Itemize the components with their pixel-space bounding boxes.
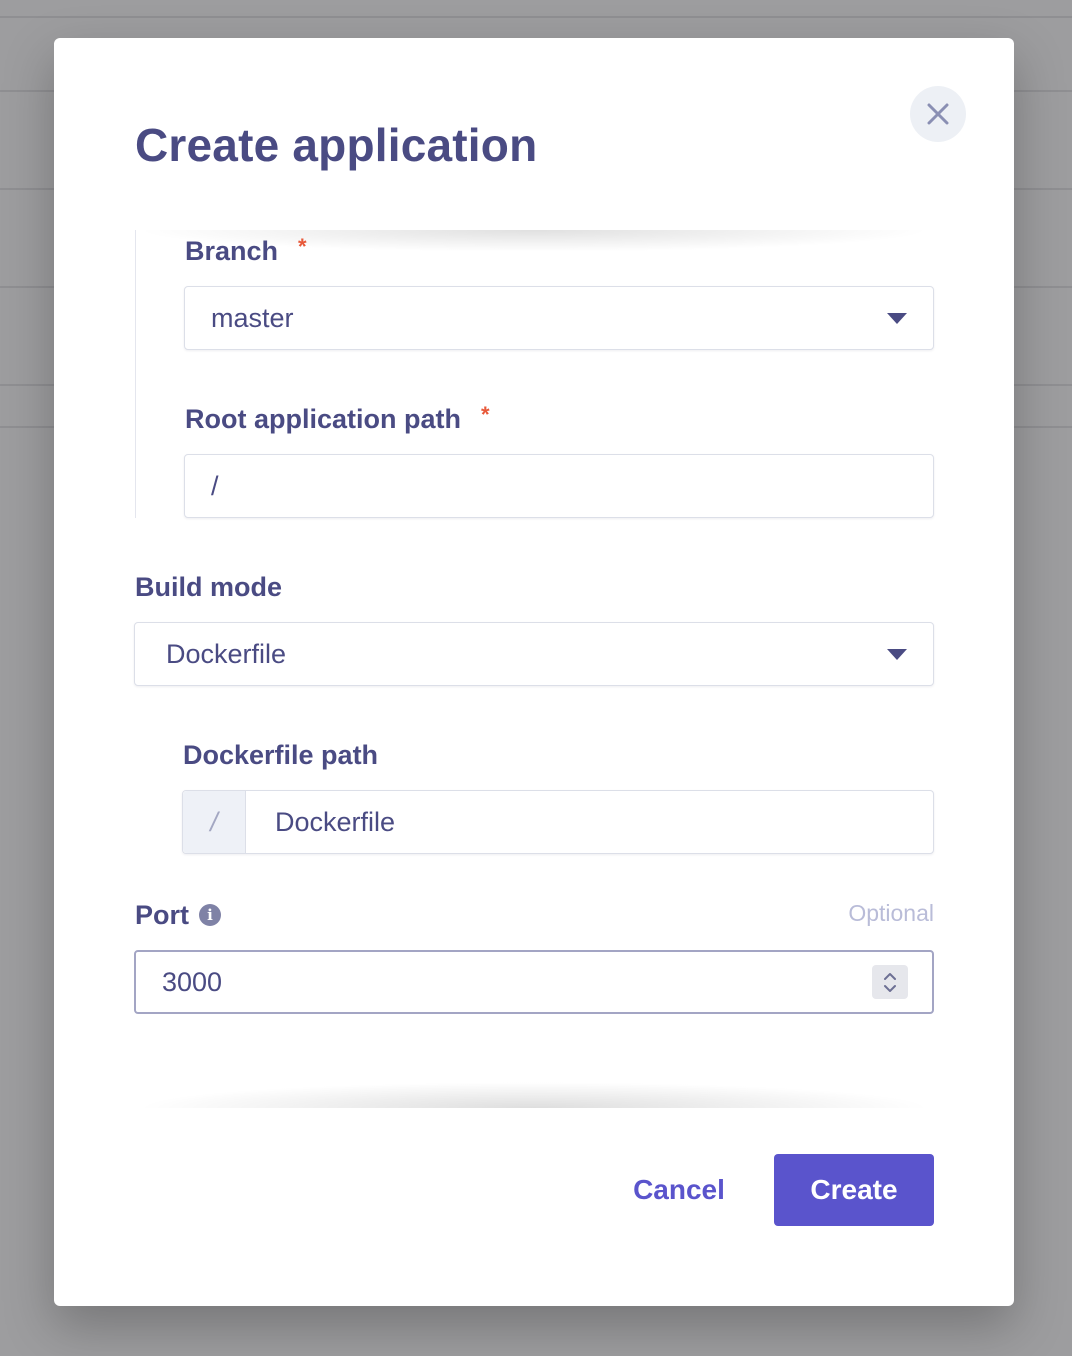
close-button[interactable] bbox=[910, 86, 966, 142]
required-marker: * bbox=[298, 234, 307, 259]
backdrop-divider bbox=[0, 16, 1072, 18]
build-mode-select-value: Dockerfile bbox=[166, 638, 287, 669]
close-icon bbox=[927, 103, 949, 125]
dockerfile-path-label: Dockerfile path bbox=[183, 740, 379, 770]
root-path-input[interactable]: / bbox=[184, 454, 934, 518]
cancel-button[interactable]: Cancel bbox=[620, 1154, 738, 1226]
root-path-label: Root application path * bbox=[185, 402, 490, 434]
branch-select[interactable]: master bbox=[184, 286, 934, 350]
required-marker: * bbox=[481, 402, 490, 427]
build-mode-label: Build mode bbox=[135, 572, 282, 602]
chevron-down-icon[interactable] bbox=[883, 984, 897, 993]
nested-section-rule bbox=[135, 230, 136, 518]
port-input[interactable]: 3000 bbox=[134, 950, 934, 1014]
root-path-input-value: / bbox=[211, 470, 219, 501]
info-icon[interactable]: i bbox=[199, 903, 221, 926]
branch-select-value: master bbox=[211, 302, 294, 333]
chevron-down-icon bbox=[887, 648, 907, 660]
port-input-value: 3000 bbox=[162, 966, 223, 997]
build-mode-select[interactable]: Dockerfile bbox=[134, 622, 934, 686]
scroll-shadow-bottom bbox=[135, 1082, 933, 1108]
chevron-down-icon bbox=[887, 312, 907, 324]
path-prefix-addon: / bbox=[183, 791, 246, 853]
create-button[interactable]: Create bbox=[774, 1154, 934, 1226]
optional-hint: Optional bbox=[848, 900, 934, 926]
modal-title: Create application bbox=[135, 119, 538, 171]
dockerfile-path-input[interactable]: / Dockerfile bbox=[182, 790, 934, 854]
dockerfile-path-value: Dockerfile bbox=[275, 806, 396, 837]
chevron-up-icon[interactable] bbox=[883, 972, 897, 981]
port-label: Port i bbox=[135, 902, 221, 929]
number-stepper[interactable] bbox=[872, 965, 908, 999]
branch-label: Branch * bbox=[185, 234, 307, 266]
create-application-modal: Create application Branch * master Root a… bbox=[54, 38, 1014, 1306]
